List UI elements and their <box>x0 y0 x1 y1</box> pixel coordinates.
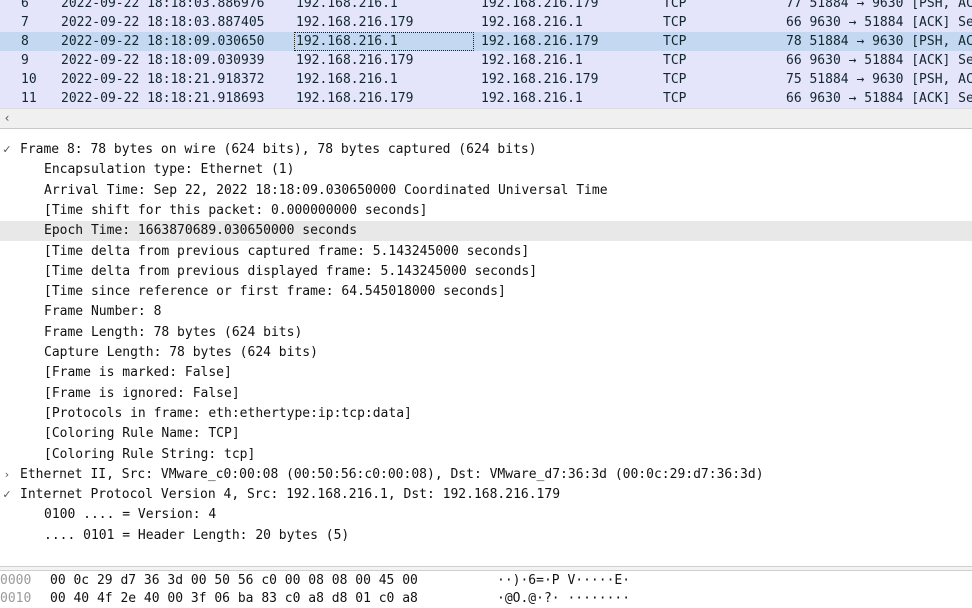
tree-field[interactable]: Arrival Time: Sep 22, 2022 18:18:09.0306… <box>0 181 972 201</box>
tree-field[interactable]: [Time since reference or first frame: 64… <box>0 282 972 302</box>
packet-row[interactable]: 10 2022-09-22 18:18:21.918372 192.168.216.… <box>0 70 972 89</box>
packet-protocol: TCP <box>663 91 687 106</box>
packet-source: 192.168.216.179 <box>296 53 414 68</box>
packet-destination: 192.168.216.1 <box>481 91 583 106</box>
packet-info: 66 9630 → 51884 [ACK] Seq <box>786 91 972 106</box>
packet-list-horizontal-scrollbar[interactable]: ‹ <box>0 108 972 129</box>
packet-number: 8 <box>21 34 29 49</box>
packet-time: 2022-09-22 18:18:21.918693 <box>61 91 265 106</box>
tree-field-text: [Protocols in frame: eth:ethertype:ip:tc… <box>44 406 412 421</box>
ascii-bytes[interactable]: ·@O.@·?· ········ <box>497 590 630 608</box>
tree-field-text: [Coloring Rule String: tcp] <box>44 447 256 462</box>
hex-dump-row[interactable]: 0010 00 40 4f 2e 40 00 3f 06 ba 83 c0 a8 … <box>0 590 972 608</box>
tree-field[interactable]: [Time shift for this packet: 0.000000000… <box>0 201 972 221</box>
packet-time: 2022-09-22 18:18:09.030939 <box>61 53 265 68</box>
tree-field-text: Arrival Time: Sep 22, 2022 18:18:09.0306… <box>44 183 608 198</box>
packet-time: 2022-09-22 18:18:21.918372 <box>61 72 265 87</box>
tree-field-text: Epoch Time: 1663870689.030650000 seconds <box>44 223 358 238</box>
tree-field[interactable]: [Frame is ignored: False] <box>0 384 972 404</box>
expand-arrow-icon[interactable]: ✓ <box>1 485 13 505</box>
tree-field[interactable]: Capture Length: 78 bytes (624 bits) <box>0 343 972 363</box>
tree-field[interactable]: .... 0101 = Header Length: 20 bytes (5) <box>0 526 972 546</box>
tree-node-ethernet[interactable]: › Ethernet II, Src: VMware_c0:00:08 (00:5… <box>0 465 972 485</box>
tree-node-frame-text: Frame 8: 78 bytes on wire (624 bits), 78… <box>20 142 537 157</box>
tree-field[interactable]: [Coloring Rule Name: TCP] <box>0 424 972 444</box>
packet-bytes-pane: 0000 00 0c 29 d7 36 3d 00 50 56 c0 00 08 … <box>0 571 972 608</box>
packet-protocol: TCP <box>663 15 687 30</box>
tree-node-frame[interactable]: ✓ Frame 8: 78 bytes on wire (624 bits), 7… <box>0 140 972 160</box>
pane-splitter[interactable] <box>0 129 972 139</box>
packet-row[interactable]: 8 2022-09-22 18:18:09.030650 192.168.216.1… <box>0 32 972 51</box>
scroll-left-arrow-icon[interactable]: ‹ <box>0 109 14 129</box>
packet-source: 192.168.216.179 <box>296 91 414 106</box>
packet-row[interactable]: 6 2022-09-22 18:18:03.886976 192.168.216.1… <box>0 0 972 13</box>
packet-number: 7 <box>21 15 29 30</box>
tree-field[interactable]: 0100 .... = Version: 4 <box>0 505 972 525</box>
packet-time: 2022-09-22 18:18:03.887405 <box>61 15 265 30</box>
packet-source: 192.168.216.1 <box>296 72 398 87</box>
tree-field-text: 0100 .... = Version: 4 <box>44 507 217 522</box>
tree-field[interactable]: Encapsulation type: Ethernet (1) <box>0 160 972 180</box>
packet-info: 66 9630 → 51884 [ACK] Seq <box>786 15 972 30</box>
packet-row[interactable]: 11 2022-09-22 18:18:21.918693 192.168.216.… <box>0 89 972 108</box>
tree-field[interactable]: [Coloring Rule String: tcp] <box>0 445 972 465</box>
tree-field[interactable]: Frame Length: 78 bytes (624 bits) <box>0 323 972 343</box>
packet-number: 10 <box>21 72 37 87</box>
packet-details-pane: ✓ Frame 8: 78 bytes on wire (624 bits), 7… <box>0 139 972 566</box>
hex-bytes[interactable]: 00 0c 29 d7 36 3d 00 50 56 c0 00 08 08 0… <box>50 572 418 590</box>
packet-destination: 192.168.216.1 <box>481 53 583 68</box>
packet-info: 78 51884 → 9630 [PSH, ACK <box>786 34 972 49</box>
packet-protocol: TCP <box>663 72 687 87</box>
tree-node-ipv4-text: Internet Protocol Version 4, Src: 192.16… <box>20 487 561 502</box>
packet-info: 77 51884 → 9630 [PSH, ACK <box>786 0 972 11</box>
packet-destination: 192.168.216.179 <box>481 72 599 87</box>
hex-bytes[interactable]: 00 40 4f 2e 40 00 3f 06 ba 83 c0 a8 d8 0… <box>50 590 418 608</box>
tree-field-text: [Time shift for this packet: 0.000000000… <box>44 203 428 218</box>
packet-info: 75 51884 → 9630 [PSH, ACK <box>786 72 972 87</box>
collapse-arrow-icon[interactable]: › <box>1 465 13 485</box>
packet-time: 2022-09-22 18:18:09.030650 <box>61 34 265 49</box>
packet-protocol: TCP <box>663 34 687 49</box>
tree-field-text: Frame Length: 78 bytes (624 bits) <box>44 325 303 340</box>
packet-list: 6 2022-09-22 18:18:03.886976 192.168.216.1… <box>0 0 972 108</box>
packet-protocol: TCP <box>663 0 687 11</box>
hex-offset: 0010 <box>0 591 32 606</box>
packet-protocol: TCP <box>663 53 687 68</box>
packet-row[interactable]: 7 2022-09-22 18:18:03.887405 192.168.216.1… <box>0 13 972 32</box>
packet-info: 66 9630 → 51884 [ACK] Seq <box>786 53 972 68</box>
packet-row[interactable]: 9 2022-09-22 18:18:09.030939 192.168.216.1… <box>0 51 972 70</box>
packet-destination: 192.168.216.179 <box>481 34 599 49</box>
tree-field-text: .... 0101 = Header Length: 20 bytes (5) <box>44 528 350 543</box>
tree-field[interactable]: Frame Number: 8 <box>0 302 972 322</box>
tree-field-text: [Time delta from previous captured frame… <box>44 244 530 259</box>
tree-field[interactable]: Epoch Time: 1663870689.030650000 seconds <box>0 221 972 241</box>
packet-destination: 192.168.216.1 <box>481 15 583 30</box>
packet-time: 2022-09-22 18:18:03.886976 <box>61 0 265 11</box>
tree-field-text: Encapsulation type: Ethernet (1) <box>44 162 295 177</box>
tree-field[interactable]: [Time delta from previous captured frame… <box>0 242 972 262</box>
tree-field-text: [Frame is marked: False] <box>44 365 232 380</box>
hex-offset: 0000 <box>0 573 32 588</box>
ascii-bytes[interactable]: ··)·6=·P V·····E· <box>497 572 630 590</box>
expand-arrow-icon[interactable]: ✓ <box>1 140 13 160</box>
tree-field-text: Frame Number: 8 <box>44 304 162 319</box>
packet-number: 6 <box>21 0 29 11</box>
packet-destination: 192.168.216.179 <box>481 0 599 11</box>
packet-number: 11 <box>21 91 37 106</box>
tree-field[interactable]: [Time delta from previous displayed fram… <box>0 262 972 282</box>
tree-node-ethernet-text: Ethernet II, Src: VMware_c0:00:08 (00:50… <box>20 467 764 482</box>
tree-field-text: [Time since reference or first frame: 64… <box>44 284 506 299</box>
packet-source: 192.168.216.1 <box>296 0 398 11</box>
tree-field[interactable]: [Protocols in frame: eth:ethertype:ip:tc… <box>0 404 972 424</box>
tree-field-text: [Coloring Rule Name: TCP] <box>44 426 240 441</box>
hex-dump-row[interactable]: 0000 00 0c 29 d7 36 3d 00 50 56 c0 00 08 … <box>0 572 972 590</box>
tree-field-text: Capture Length: 78 bytes (624 bits) <box>44 345 318 360</box>
packet-number: 9 <box>21 53 29 68</box>
tree-node-ipv4[interactable]: ✓ Internet Protocol Version 4, Src: 192.1… <box>0 485 972 505</box>
tree-field-text: [Frame is ignored: False] <box>44 386 240 401</box>
packet-source: 192.168.216.1 <box>294 32 474 51</box>
tree-field[interactable]: [Frame is marked: False] <box>0 363 972 383</box>
packet-source: 192.168.216.179 <box>296 15 414 30</box>
tree-field-text: [Time delta from previous displayed fram… <box>44 264 538 279</box>
